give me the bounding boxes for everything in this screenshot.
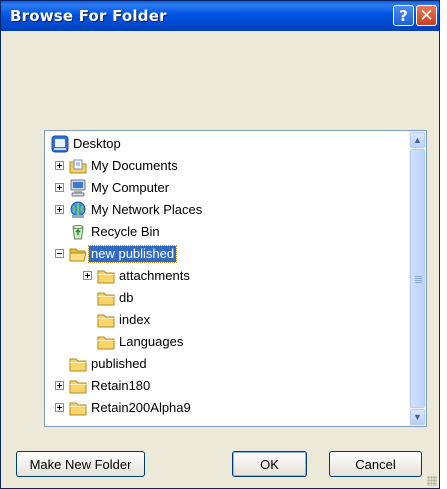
chevron-up-icon: ▲ — [413, 135, 422, 145]
grip-line — [415, 282, 422, 283]
tree-item-label: Retain180 — [91, 378, 151, 393]
vertical-scrollbar[interactable]: ▲ ▼ — [409, 131, 426, 426]
recycle-bin-icon — [69, 223, 87, 241]
tree-item-label: Languages — [119, 334, 184, 349]
expand-icon[interactable] — [83, 271, 92, 280]
expand-icon[interactable] — [55, 161, 64, 170]
folder-icon — [97, 333, 115, 351]
window-title: Browse For Folder — [10, 7, 167, 25]
folder-icon — [69, 377, 87, 395]
folder-icon — [69, 355, 87, 373]
grip-line — [415, 276, 422, 277]
expand-icon[interactable] — [55, 205, 64, 214]
expand-icon[interactable] — [55, 381, 64, 390]
expand-icon[interactable] — [55, 403, 64, 412]
grip-line — [415, 280, 422, 281]
close-icon: ✕ — [419, 5, 434, 26]
tree-item-label: attachments — [119, 268, 190, 283]
open-folder-icon — [69, 245, 87, 263]
network-places-icon — [69, 201, 87, 219]
tree-item-label: My Network Places — [91, 202, 203, 217]
grip-line — [415, 278, 422, 279]
tree-item-label: Retain200Alpha9 — [91, 400, 191, 415]
collapse-icon[interactable] — [55, 249, 64, 258]
browse-for-folder-dialog: Browse For Folder ? ✕ Desktop My Documen… — [0, 0, 440, 489]
tree-item-label: Desktop — [73, 136, 121, 151]
folder-icon — [69, 399, 87, 417]
tree-item-label: index — [119, 312, 151, 327]
scroll-up-button[interactable]: ▲ — [410, 132, 425, 148]
folder-icon — [97, 289, 115, 307]
ok-button[interactable]: OK — [232, 451, 307, 477]
tree-item-label: new published — [87, 245, 178, 263]
computer-icon — [69, 179, 87, 197]
folder-icon — [97, 267, 115, 285]
chevron-down-icon: ▼ — [413, 412, 422, 422]
help-button[interactable]: ? — [393, 5, 414, 26]
close-button[interactable]: ✕ — [416, 5, 437, 26]
documents-folder-icon — [69, 157, 87, 175]
tree-item-label: db — [119, 290, 134, 305]
scroll-down-button[interactable]: ▼ — [410, 409, 425, 425]
scroll-thumb[interactable] — [410, 149, 425, 408]
tree-item-label: My Documents — [91, 158, 178, 173]
folder-tree[interactable]: Desktop My Documents My Computer My Netw… — [44, 130, 427, 427]
tree-item-label: My Computer — [91, 180, 170, 195]
desktop-icon — [51, 135, 69, 153]
cancel-button[interactable]: Cancel — [329, 451, 422, 477]
tree-item-label: Recycle Bin — [91, 224, 160, 239]
title-bar[interactable]: Browse For Folder ? ✕ — [1, 1, 439, 31]
expand-icon[interactable] — [55, 183, 64, 192]
resize-grip[interactable] — [427, 476, 437, 486]
tree-item-label: published — [91, 356, 147, 371]
make-new-folder-button[interactable]: Make New Folder — [16, 451, 145, 477]
folder-icon — [97, 311, 115, 329]
help-icon: ? — [399, 6, 408, 25]
